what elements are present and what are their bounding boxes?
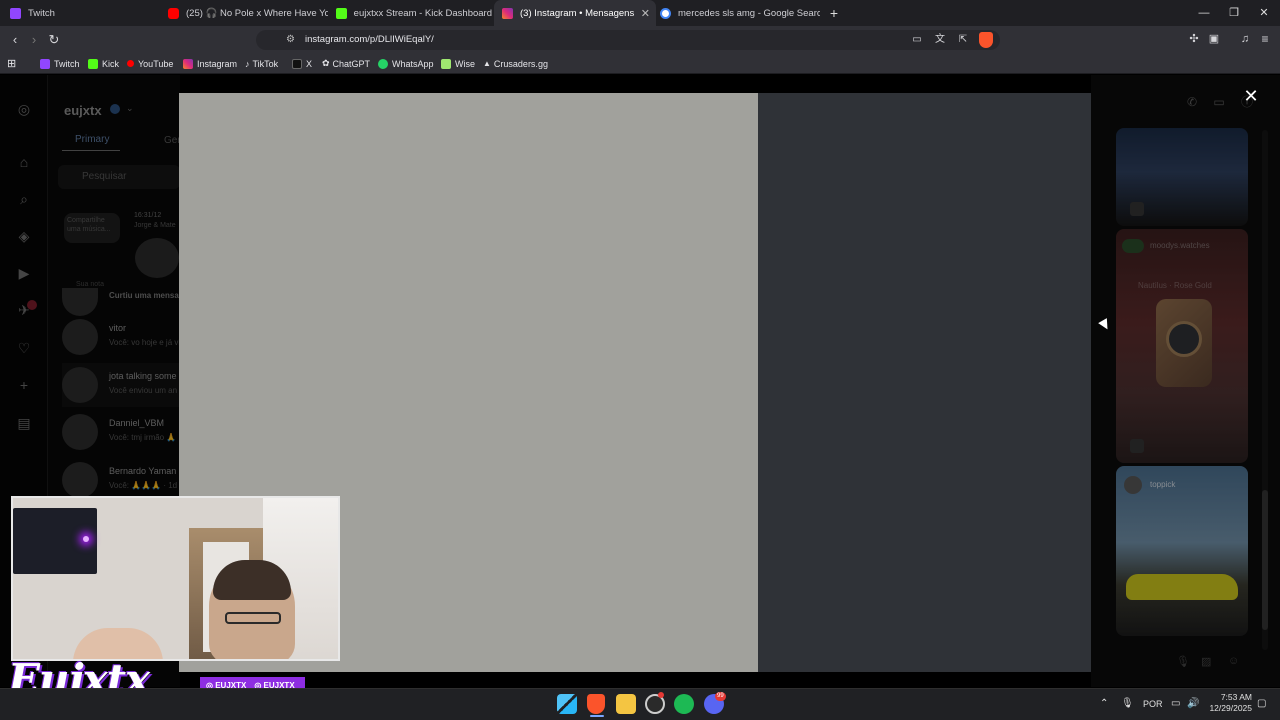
close-icon[interactable]: ✕ [1241,86,1261,106]
bookmark-label: ChatGPT [332,58,371,69]
tab-label: mercedes sls amg - Google Search [678,7,820,19]
bookmark-wise[interactable]: Wise [441,53,475,74]
crusaders-icon: ▲ [483,59,491,68]
instagram-icon [183,58,193,69]
tiktok-icon: ♪ [245,58,250,69]
bookmark-label: Wise [455,58,475,69]
youtube-icon [168,7,179,19]
light-icon [83,536,89,542]
bookmark-whatsapp[interactable]: WhatsApp [378,53,434,74]
tab-label: eujxtxx Stream - Kick Dashboard [353,7,492,19]
extensions-icon[interactable]: ✣ [1185,26,1203,53]
twitch-icon [40,58,50,69]
bookmark-twitch[interactable]: Twitch [40,53,80,74]
recording-badge [658,692,664,698]
microphone-tray-icon[interactable]: 🎙 [1121,694,1134,714]
clock[interactable]: 7:53 AM 12/29/2025 [1206,692,1252,714]
clock-time: 7:53 AM [1220,692,1252,702]
cast-icon[interactable]: ▭ [908,26,926,53]
tab-label: (3) Instagram • Mensagens [520,7,635,19]
google-icon [660,7,671,19]
tab-kick[interactable]: eujxtxx Stream - Kick Dashboard [332,0,492,26]
glasses [225,612,281,624]
bookmark-crusaders[interactable]: ▲ Crusaders.gg [483,53,548,74]
tv-screen [13,508,97,574]
youtube-icon [127,60,134,67]
tab-youtube[interactable]: (25) 🎧 No Pole x Where Have You B [168,0,328,26]
apps-grid-icon[interactable]: ⊞ [7,53,16,74]
chatgpt-icon: ✿ [322,58,330,68]
new-tab-button[interactable]: + [826,4,842,22]
translate-icon[interactable]: 文 [931,26,949,53]
bookmark-tiktok[interactable]: ♪ TikTok [245,53,278,74]
tab-google[interactable]: mercedes sls amg - Google Search [660,0,820,26]
forward-icon[interactable]: › [25,26,43,53]
bookmark-kick[interactable]: Kick [88,53,119,74]
reload-icon[interactable]: ↻ [45,26,63,53]
bookmark-label: Twitch [54,58,80,69]
windows-start-icon[interactable] [557,694,577,714]
bookmark-label: Crusaders.gg [493,58,548,69]
clock-date: 12/29/2025 [1209,703,1252,713]
spotify-icon[interactable] [674,694,694,714]
minimize-button[interactable]: — [1194,4,1214,22]
media-icon[interactable]: ♫ [1236,26,1254,53]
bookmark-chatgpt[interactable]: ✿ ChatGPT [322,53,370,74]
discord-badge: 99 [715,692,726,701]
tab-label: Twitch [28,7,55,19]
instagram-icon [502,7,513,19]
url-text[interactable]: instagram.com/p/DLlIWiEqalY/ [305,30,434,50]
tab-twitch[interactable]: Twitch [4,0,164,26]
close-window-button[interactable]: ✕ [1254,4,1274,22]
wallet-icon[interactable]: ▣ [1205,26,1223,53]
tray-expand-icon[interactable]: ⌃ [1100,694,1108,714]
kick-icon [88,58,98,69]
bookmark-label: X [306,58,313,69]
volume-icon[interactable]: 🔊 [1187,694,1199,714]
bookmark-label: Instagram [197,58,238,69]
bookmark-instagram[interactable]: Instagram [183,53,237,74]
maximize-button[interactable]: ❐ [1224,4,1244,22]
kick-icon [335,7,347,19]
active-app-indicator [590,715,604,717]
bookmark-youtube[interactable]: YouTube [127,53,173,74]
bookmark-x[interactable]: X [292,53,312,74]
file-explorer-icon[interactable] [616,694,636,714]
notifications-icon[interactable]: ▢ [1257,694,1266,714]
close-tab-icon[interactable]: ✕ [641,7,656,20]
bookmark-label: TikTok [252,58,279,69]
network-icon[interactable]: ▭ [1171,694,1180,714]
brave-shield-icon[interactable] [979,32,993,48]
x-icon [292,58,302,69]
site-info-icon[interactable]: ⚙ [286,30,295,50]
windows-taskbar [0,688,1280,720]
language-indicator[interactable]: POR [1143,694,1163,714]
bookmark-label: WhatsApp [392,58,434,69]
tab-label: (25) 🎧 No Pole x Where Have You B [186,7,328,19]
menu-icon[interactable]: ≡ [1256,26,1274,53]
bookmark-label: YouTube [138,58,174,69]
tab-instagram[interactable]: (3) Instagram • Mensagens ✕ [494,0,656,26]
bookmark-label: Kick [102,58,120,69]
brave-app-icon[interactable] [587,694,605,714]
share-icon[interactable]: ⇱ [954,26,972,53]
back-icon[interactable]: ‹ [6,26,24,53]
wise-icon [441,58,451,69]
whatsapp-icon [378,58,388,69]
webcam-overlay [11,496,340,661]
post-comments-panel [758,93,1091,672]
twitch-icon [10,7,21,19]
